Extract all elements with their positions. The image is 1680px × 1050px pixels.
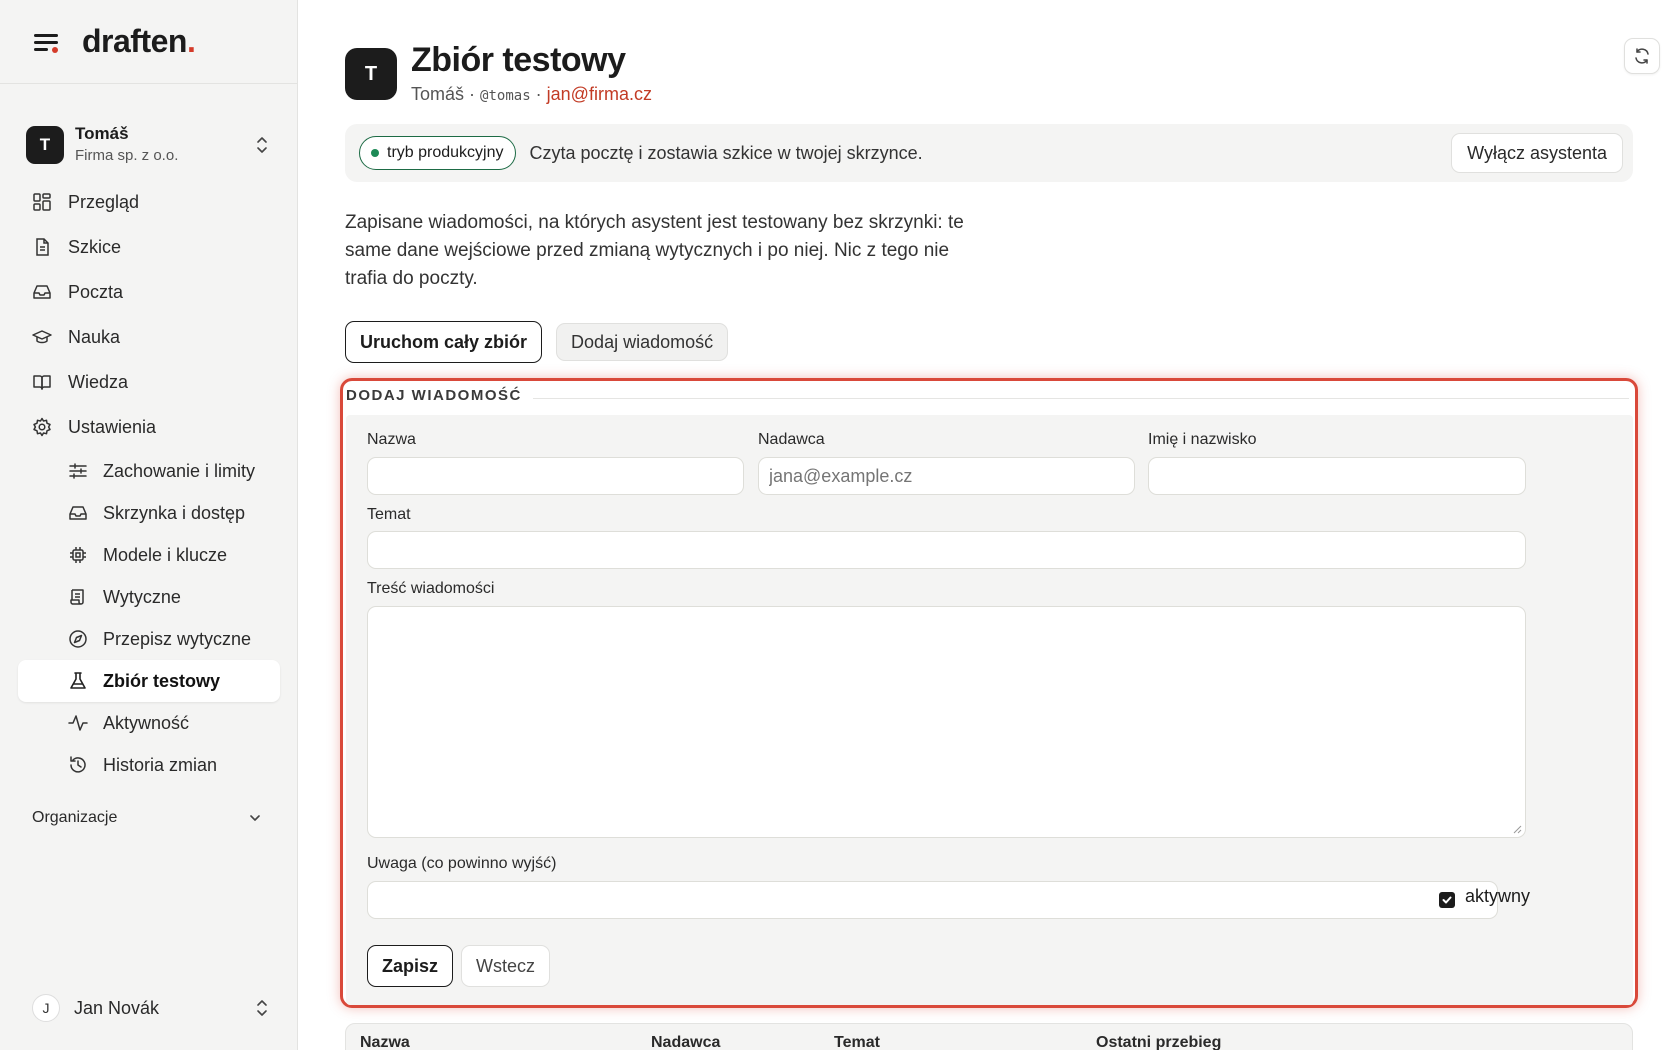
banner-text: Czyta pocztę i zostawia szkice w twojej … bbox=[529, 142, 923, 163]
back-button[interactable]: Wstecz bbox=[461, 945, 551, 987]
menu-icon[interactable] bbox=[32, 28, 60, 56]
chevron-up-down-icon bbox=[254, 134, 270, 156]
gear-icon bbox=[33, 417, 51, 437]
inbox-icon bbox=[69, 506, 87, 520]
chevron-up-down-icon bbox=[254, 997, 270, 1019]
active-checkbox[interactable]: aktywny bbox=[1439, 884, 1530, 908]
refresh-icon bbox=[1635, 48, 1649, 64]
account-avatar: T bbox=[26, 126, 64, 164]
sliders-icon bbox=[69, 463, 87, 479]
subject-input[interactable] bbox=[367, 531, 1526, 569]
add-message-button[interactable]: Dodaj wiadomość bbox=[556, 323, 729, 361]
fullname-input[interactable] bbox=[1148, 457, 1526, 495]
note-label: Uwaga (co powinno wyjść) bbox=[367, 855, 557, 872]
resize-handle-icon[interactable] bbox=[1512, 824, 1522, 834]
checkbox-checked-icon[interactable] bbox=[1439, 892, 1455, 908]
book-icon bbox=[33, 375, 51, 390]
sender-input[interactable] bbox=[758, 457, 1135, 495]
brand-row: draften. bbox=[0, 0, 297, 84]
grid-icon bbox=[33, 193, 51, 211]
sidebar-item-wytyczne[interactable]: Wytyczne bbox=[18, 576, 280, 618]
organizations-toggle[interactable]: Organizacje bbox=[18, 796, 280, 840]
sidebar-item-szkice[interactable]: Szkice bbox=[18, 225, 280, 269]
activity-icon bbox=[68, 715, 88, 731]
column-header[interactable]: Nadawca bbox=[651, 1034, 720, 1050]
user-handle: @tomas bbox=[480, 88, 531, 104]
actions-bar: Uruchom cały zbiór Dodaj wiadomość bbox=[345, 321, 729, 363]
sidebar-item-ustawienia[interactable]: Ustawienia bbox=[18, 405, 280, 449]
document-icon bbox=[36, 238, 49, 256]
history-icon bbox=[70, 756, 86, 773]
refresh-button[interactable] bbox=[1624, 38, 1660, 74]
name-input[interactable] bbox=[367, 457, 744, 495]
sidebar-item-poczta[interactable]: Poczta bbox=[18, 270, 280, 314]
status-badge: tryb produkcyjny bbox=[359, 136, 516, 170]
fullname-label: Imię i nazwisko bbox=[1148, 431, 1257, 448]
column-header[interactable]: Nazwa bbox=[360, 1034, 410, 1050]
account-switcher[interactable]: T Tomáš Firma sp. z o.o. bbox=[26, 114, 276, 176]
sidebar-item-zachowanie-i-limity[interactable]: Zachowanie i limity bbox=[18, 450, 280, 492]
main-content: T Zbiór testowy Tomáš · @tomas · jan@fir… bbox=[298, 0, 1680, 1050]
column-header[interactable]: Ostatni przebieg bbox=[1096, 1034, 1221, 1050]
sidebar-item-nauka[interactable]: Nauka bbox=[18, 315, 280, 359]
intro-text: Zapisane wiadomości, na których asystent… bbox=[345, 212, 964, 289]
form-card: Nazwa Nadawca Imię i nazwisko Temat Treś… bbox=[346, 415, 1633, 1005]
note-input[interactable] bbox=[367, 881, 1498, 919]
page-header: T Zbiór testowy Tomáš · @tomas · jan@fir… bbox=[345, 40, 652, 105]
sidebar-item-przepisz-wytyczne[interactable]: Przepisz wytyczne bbox=[18, 618, 280, 660]
user-menu[interactable]: J Jan Novák bbox=[32, 990, 276, 1026]
name-label: Nazwa bbox=[367, 431, 416, 448]
body-label: Treść wiadomości bbox=[367, 580, 495, 597]
fieldset-divider bbox=[533, 398, 1629, 399]
run-all-button[interactable]: Uruchom cały zbiór bbox=[345, 321, 543, 363]
avatar: J bbox=[32, 994, 60, 1022]
sidebar-item-skrzynka-i-dostep[interactable]: Skrzynka i dostęp bbox=[18, 492, 280, 534]
sender-label: Nadawca bbox=[758, 431, 825, 448]
page-avatar: T bbox=[345, 48, 397, 100]
add-message-form: DODAJ WIADOMOŚĆ Nazwa Nadawca Imię i naz… bbox=[340, 378, 1638, 1008]
column-header[interactable]: Temat bbox=[834, 1034, 880, 1050]
compass-icon bbox=[69, 630, 87, 648]
email-link[interactable]: jan@firma.cz bbox=[547, 84, 652, 104]
body-textarea[interactable] bbox=[367, 606, 1526, 838]
sidebar-item-przeglad[interactable]: Przegląd bbox=[18, 180, 280, 224]
brand-logo[interactable]: draften. bbox=[82, 23, 196, 60]
sidebar-item-zbior-testowy[interactable]: Zbiór testowy bbox=[18, 660, 280, 702]
chevron-down-icon bbox=[250, 815, 260, 821]
messages-table-header: Nazwa Nadawca Temat Ostatni przebieg bbox=[345, 1023, 1633, 1050]
sidebar-item-wiedza[interactable]: Wiedza bbox=[18, 360, 280, 404]
sidebar: draften. T Tomáš Firma sp. z o.o. Przegl… bbox=[0, 0, 298, 1050]
subject-label: Temat bbox=[367, 506, 411, 523]
mode-banner: tryb produkcyjny Czyta pocztę i zostawia… bbox=[345, 124, 1633, 182]
account-org: Firma sp. z o.o. bbox=[75, 147, 179, 164]
disable-assistant-button[interactable]: Wyłącz asystenta bbox=[1451, 133, 1623, 173]
flask-icon bbox=[70, 672, 86, 689]
scroll-icon bbox=[70, 589, 84, 605]
page-subtitle: Tomáš · @tomas · jan@firma.cz bbox=[411, 84, 652, 104]
graduation-cap-icon bbox=[32, 330, 52, 344]
save-button[interactable]: Zapisz bbox=[367, 945, 454, 987]
sidebar-nav: Przegląd Szkice Poczta Nauka Wiedza Usta… bbox=[18, 180, 280, 840]
user-name: Jan Novák bbox=[74, 997, 160, 1018]
chip-icon bbox=[70, 547, 86, 563]
sidebar-item-modele-i-klucze[interactable]: Modele i klucze bbox=[18, 534, 280, 576]
sidebar-item-aktywnosc[interactable]: Aktywność bbox=[18, 702, 280, 744]
form-legend: DODAJ WIADOMOŚĆ bbox=[346, 387, 532, 404]
sidebar-item-historia-zmian[interactable]: Historia zmian bbox=[18, 744, 280, 786]
account-name: Tomáš bbox=[75, 124, 129, 143]
status-dot-icon bbox=[371, 149, 379, 157]
inbox-icon bbox=[33, 285, 51, 299]
page-title: Zbiór testowy bbox=[411, 41, 626, 79]
